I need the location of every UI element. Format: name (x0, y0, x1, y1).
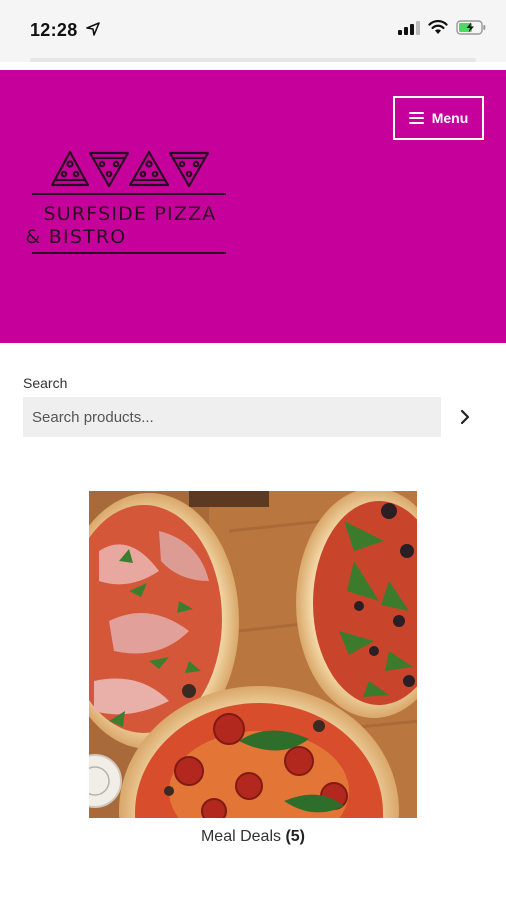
browser-address-bar (30, 58, 476, 62)
logo-rule-top (32, 193, 226, 195)
site-logo[interactable]: SURFSIDE PIZZA & BISTRO (26, 148, 228, 258)
search-input[interactable] (23, 397, 441, 437)
pizza-slices-icon (50, 150, 210, 188)
category-image[interactable] (89, 491, 417, 818)
site-header: Menu SURFSIDE PIZZA & BISTRO (0, 70, 506, 343)
wifi-icon (428, 20, 448, 34)
status-time: 12:28 (30, 20, 78, 40)
category-title[interactable]: Meal Deals (5) (89, 828, 417, 846)
status-bar: 12:28 (0, 0, 506, 62)
product-category-card[interactable]: Meal Deals (5) (89, 491, 417, 861)
search-label: Search (23, 375, 68, 391)
search-submit-button[interactable] (450, 397, 480, 437)
menu-button[interactable]: Menu (393, 96, 484, 140)
menu-label: Menu (431, 110, 469, 126)
logo-text-line1: SURFSIDE PIZZA (43, 203, 217, 225)
hamburger-icon (408, 112, 424, 124)
logo-text-line2: & BISTRO (25, 226, 127, 248)
signal-icon (398, 20, 420, 35)
location-arrow-icon (86, 22, 100, 36)
pizza-photo (89, 491, 417, 818)
category-name: Meal Deals (200, 828, 281, 845)
battery-charging-icon (456, 20, 486, 35)
chevron-right-icon (460, 409, 470, 425)
category-count: (5) (285, 828, 306, 845)
status-icons (398, 20, 486, 35)
logo-rule-bottom (32, 252, 226, 254)
